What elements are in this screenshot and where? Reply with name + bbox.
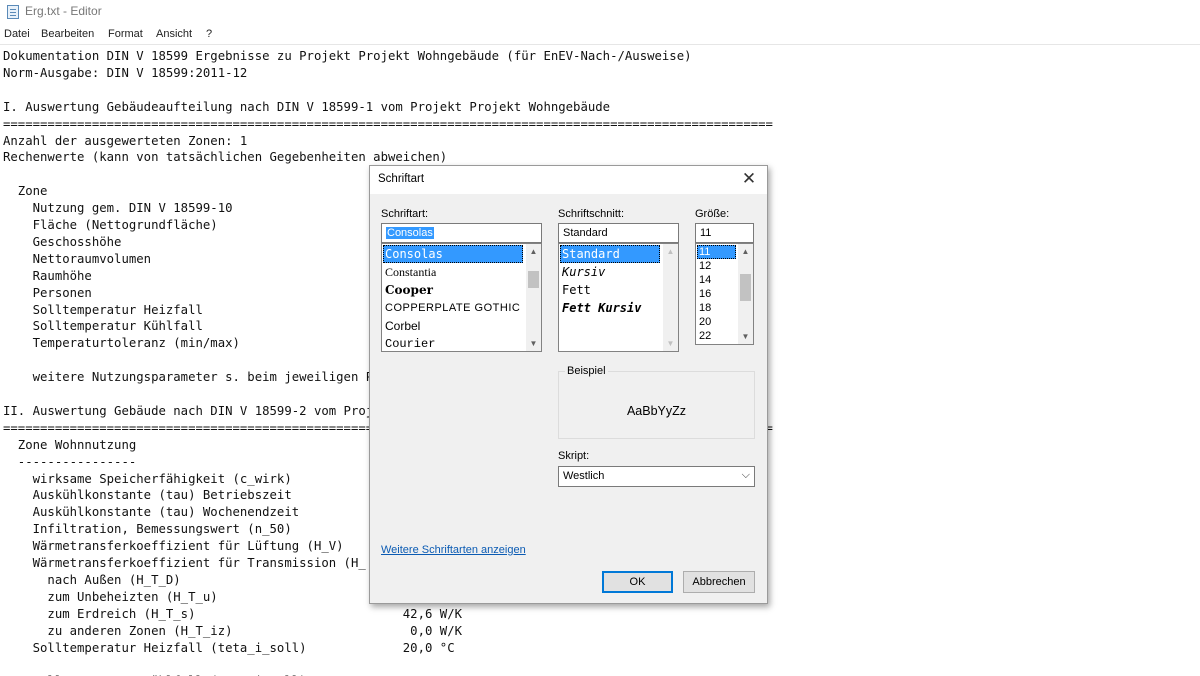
chevron-up-icon[interactable]: ▲ bbox=[663, 244, 678, 259]
script-select-value: Westlich bbox=[563, 470, 605, 482]
title-bar: Erg.txt - Editor bbox=[0, 0, 1200, 24]
text-line: zum Erdreich (H_T_s) 42,6 W/K bbox=[3, 606, 463, 621]
script-label: Skript: bbox=[558, 450, 590, 462]
font-list-item[interactable]: Courier bbox=[383, 335, 435, 351]
scroll-thumb[interactable] bbox=[740, 274, 751, 301]
style-list[interactable]: Standard Kursiv Fett Fett Kursiv ▲ ▼ bbox=[558, 243, 679, 352]
style-list-scrollbar[interactable]: ▲ ▼ bbox=[663, 244, 678, 351]
text-line: II. Auswertung Gebäude nach DIN V 18599-… bbox=[3, 403, 374, 418]
size-list-item[interactable]: 12 bbox=[697, 259, 711, 273]
text-line: nach Außen (H_T_D) bbox=[3, 572, 181, 587]
font-list[interactable]: Consolas Constantia Cooper COPPERPLATE G… bbox=[381, 243, 542, 352]
text-line: wirksame Speicherfähigkeit (c_wirk) bbox=[3, 471, 292, 486]
text-line: Nettoraumvolumen bbox=[3, 251, 152, 266]
text-line: Dokumentation DIN V 18599 Ergebnisse zu … bbox=[3, 49, 692, 63]
ok-button[interactable]: OK bbox=[602, 571, 673, 593]
dialog-title: Schriftart bbox=[378, 173, 425, 185]
menu-datei[interactable]: Datei bbox=[4, 28, 30, 40]
size-list-item[interactable]: 20 bbox=[697, 315, 711, 329]
text-line: Wärmetransferkoeffizient für Lüftung (H_… bbox=[3, 539, 344, 554]
menu-bearbeiten[interactable]: Bearbeiten bbox=[41, 28, 94, 40]
text-line: ========================================… bbox=[3, 116, 773, 131]
chevron-down-icon[interactable]: ▼ bbox=[526, 336, 541, 351]
text-line: Rechenwerte (kann von tatsächlichen Gege… bbox=[3, 150, 448, 165]
dialog-title-bar: Schriftart ✕ bbox=[370, 166, 767, 194]
chevron-up-icon[interactable]: ▲ bbox=[738, 244, 753, 259]
text-line: Wärmetransferkoeffizient für Transmissio… bbox=[3, 556, 366, 570]
chevron-down-icon[interactable]: ▼ bbox=[663, 336, 678, 351]
chevron-down-icon[interactable]: ⌵ bbox=[742, 469, 750, 482]
text-line: Geschosshöhe bbox=[3, 234, 122, 249]
more-fonts-link[interactable]: Weitere Schriftarten anzeigen bbox=[381, 544, 526, 556]
text-line: Personen bbox=[3, 285, 92, 300]
font-list-item[interactable]: Corbel bbox=[383, 317, 420, 335]
menu-help[interactable]: ? bbox=[206, 28, 212, 40]
style-list-item[interactable]: Standard bbox=[560, 245, 660, 263]
text-line: Nutzung gem. DIN V 18599-10 bbox=[3, 201, 233, 216]
font-label: Schriftart: bbox=[381, 208, 429, 220]
size-list-item[interactable]: 16 bbox=[697, 287, 711, 301]
size-list-item[interactable]: 14 bbox=[697, 273, 711, 287]
menu-ansicht[interactable]: Ansicht bbox=[156, 28, 192, 40]
size-list-item[interactable]: 22 bbox=[697, 329, 711, 343]
sample-label: Beispiel bbox=[565, 365, 608, 377]
text-line: ---------------- bbox=[3, 454, 137, 469]
style-list-item[interactable]: Fett Kursiv bbox=[560, 299, 641, 317]
text-line: Zone Wohnnutzung bbox=[3, 437, 137, 452]
text-line: Solltemperatur Kühlfall bbox=[3, 319, 203, 334]
text-line: Fläche (Nettogrundfläche) bbox=[3, 218, 218, 232]
text-line: Temperaturtoleranz (min/max) bbox=[3, 336, 240, 351]
font-input[interactable]: Consolas bbox=[381, 223, 542, 243]
size-list-item[interactable]: 11 bbox=[697, 245, 736, 259]
text-line: Auskühlkonstante (tau) Betriebszeit bbox=[3, 488, 292, 503]
text-line: I. Auswertung Gebäudeaufteilung nach DIN… bbox=[3, 99, 611, 114]
size-label: Größe: bbox=[695, 208, 730, 220]
style-list-item[interactable]: Kursiv bbox=[560, 263, 605, 281]
style-list-item[interactable]: Fett bbox=[560, 281, 591, 299]
text-line: zu anderen Zonen (H_T_iz) 0,0 W/K bbox=[3, 623, 463, 638]
menu-format[interactable]: Format bbox=[108, 28, 143, 40]
text-line: Solltemperatur Heizfall bbox=[3, 302, 203, 317]
chevron-down-icon[interactable]: ▼ bbox=[738, 329, 753, 344]
text-line: Infiltration, Bemessungswert (n_50) bbox=[3, 522, 292, 537]
cancel-button[interactable]: Abbrechen bbox=[683, 571, 755, 593]
text-line: Anzahl der ausgewerteten Zonen: 1 bbox=[3, 133, 248, 148]
text-line: Zone bbox=[3, 184, 48, 199]
text-line: weitere Nutzungsparameter s. beim jeweil… bbox=[3, 370, 388, 385]
style-label: Schriftschnitt: bbox=[558, 208, 625, 220]
close-icon[interactable]: ✕ bbox=[738, 169, 760, 189]
size-list-scrollbar[interactable]: ▲ ▼ bbox=[738, 244, 753, 344]
font-list-scrollbar[interactable]: ▲ ▼ bbox=[526, 244, 541, 351]
sample-text: AaBbYyZz bbox=[626, 404, 687, 418]
style-input[interactable]: Standard bbox=[558, 223, 679, 243]
size-list-item[interactable]: 18 bbox=[697, 301, 711, 315]
text-line: Norm-Ausgabe: DIN V 18599:2011-12 bbox=[3, 65, 248, 80]
size-input[interactable]: 11 bbox=[695, 223, 754, 243]
sample-group: AaBbYyZz bbox=[558, 371, 755, 439]
font-list-item[interactable]: Consolas bbox=[383, 245, 523, 263]
menu-bar: Datei Bearbeiten Format Ansicht ? bbox=[0, 26, 1200, 44]
scroll-thumb[interactable] bbox=[528, 271, 539, 288]
font-list-item[interactable]: Cooper bbox=[383, 281, 433, 299]
text-line: Raumhöhe bbox=[3, 268, 92, 283]
font-list-item[interactable]: Constantia bbox=[383, 263, 436, 281]
text-line: Solltemperatur Heizfall (teta_i_soll) 20… bbox=[3, 640, 455, 655]
size-list[interactable]: 11 12 14 16 18 20 22 ▲ ▼ bbox=[695, 243, 754, 345]
text-line: Auskühlkonstante (tau) Wochenendzeit bbox=[3, 505, 300, 520]
chevron-up-icon[interactable]: ▲ bbox=[526, 244, 541, 259]
script-select[interactable]: Westlich ⌵ bbox=[558, 466, 755, 487]
notepad-icon bbox=[7, 5, 19, 19]
font-list-item[interactable]: COPPERPLATE GOTHIC bbox=[383, 299, 520, 317]
text-line: zum Unbeheizten (H_T_u) bbox=[3, 589, 218, 604]
window-title: Erg.txt - Editor bbox=[25, 4, 102, 18]
font-input-value: Consolas bbox=[386, 227, 434, 239]
font-dialog: Schriftart ✕ Schriftart: Consolas Consol… bbox=[369, 165, 768, 604]
